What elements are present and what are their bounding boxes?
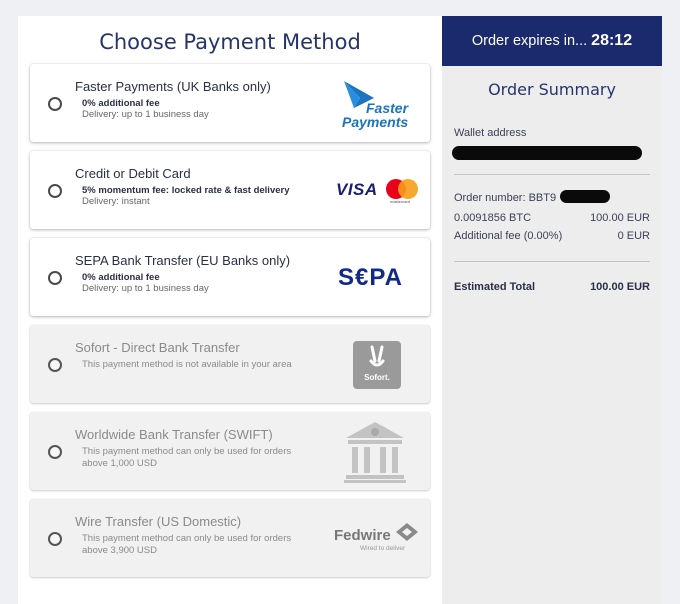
option-delivery: Delivery: instant [82,196,150,207]
page-title: Choose Payment Method [99,30,361,54]
order-summary-panel: Order expires in... 28:12 Order Summary … [442,16,662,604]
sofort-logo: Sofort. [353,341,401,389]
bank-building-icon [342,420,408,484]
fee-value: 0 EUR [617,230,650,242]
option-note: This payment method can only be used for… [82,446,292,469]
wallet-address-label: Wallet address [454,127,527,139]
order-number-redacted [560,190,610,203]
order-expiry-bar: Order expires in... 28:12 [442,16,662,66]
total-label: Estimated Total [454,281,536,293]
option-fee: 0% additional fee [82,98,160,109]
option-delivery: Delivery: up to 1 business day [82,283,209,294]
radio-button [48,532,62,546]
option-title: SEPA Bank Transfer (EU Banks only) [75,253,291,268]
divider [454,174,650,175]
wallet-address-redacted [452,146,642,160]
radio-button[interactable] [48,184,62,198]
fee-label: Additional fee (0.00%) [454,230,563,242]
total-value: 100.00 EUR [590,281,650,293]
option-title: Sofort - Direct Bank Transfer [75,340,240,355]
option-fee: 5% momentum fee: locked rate & fast deli… [82,185,290,196]
payment-option-sofort: Sofort - Direct Bank Transfer This payme… [30,325,430,403]
mastercard-logo: mastercard [385,178,419,206]
option-title: Faster Payments (UK Banks only) [75,79,271,94]
option-title: Wire Transfer (US Domestic) [75,514,242,529]
radio-button[interactable] [48,97,62,111]
option-note: This payment method is not available in … [82,359,292,370]
faster-payments-logo: Faster Payments [340,78,420,130]
radio-button [48,445,62,459]
option-fee: 0% additional fee [82,272,160,283]
payment-option-faster-payments[interactable]: Faster Payments (UK Banks only) 0% addit… [30,64,430,142]
payment-option-wire-transfer: Wire Transfer (US Domestic) This payment… [30,499,430,577]
expires-label: Order expires in... [471,33,588,49]
btc-amount: 0.0091856 BTC [454,212,532,224]
radio-button[interactable] [48,271,62,285]
visa-logo: VISA [336,180,378,199]
divider [454,261,650,262]
payment-option-card[interactable]: Credit or Debit Card 5% momentum fee: lo… [30,151,430,229]
option-title: Credit or Debit Card [75,166,191,181]
option-delivery: Delivery: up to 1 business day [82,109,209,120]
payment-methods-panel: Choose Payment Method Faster Payments (U… [18,16,442,604]
order-number-label: Order number: BBT9 [454,192,557,204]
expires-timer: 28:12 [591,32,633,49]
payment-option-swift: Worldwide Bank Transfer (SWIFT) This pay… [30,412,430,490]
sepa-logo: S€PA [338,264,403,291]
radio-button [48,358,62,372]
btc-value: 100.00 EUR [590,212,650,224]
summary-title: Order Summary [488,80,616,99]
option-note: This payment method can only be used for… [82,533,292,556]
payment-option-sepa[interactable]: SEPA Bank Transfer (EU Banks only) 0% ad… [30,238,430,316]
fedwire-logo: Fedwire Wired to deliver [330,523,422,555]
option-title: Worldwide Bank Transfer (SWIFT) [75,427,273,442]
